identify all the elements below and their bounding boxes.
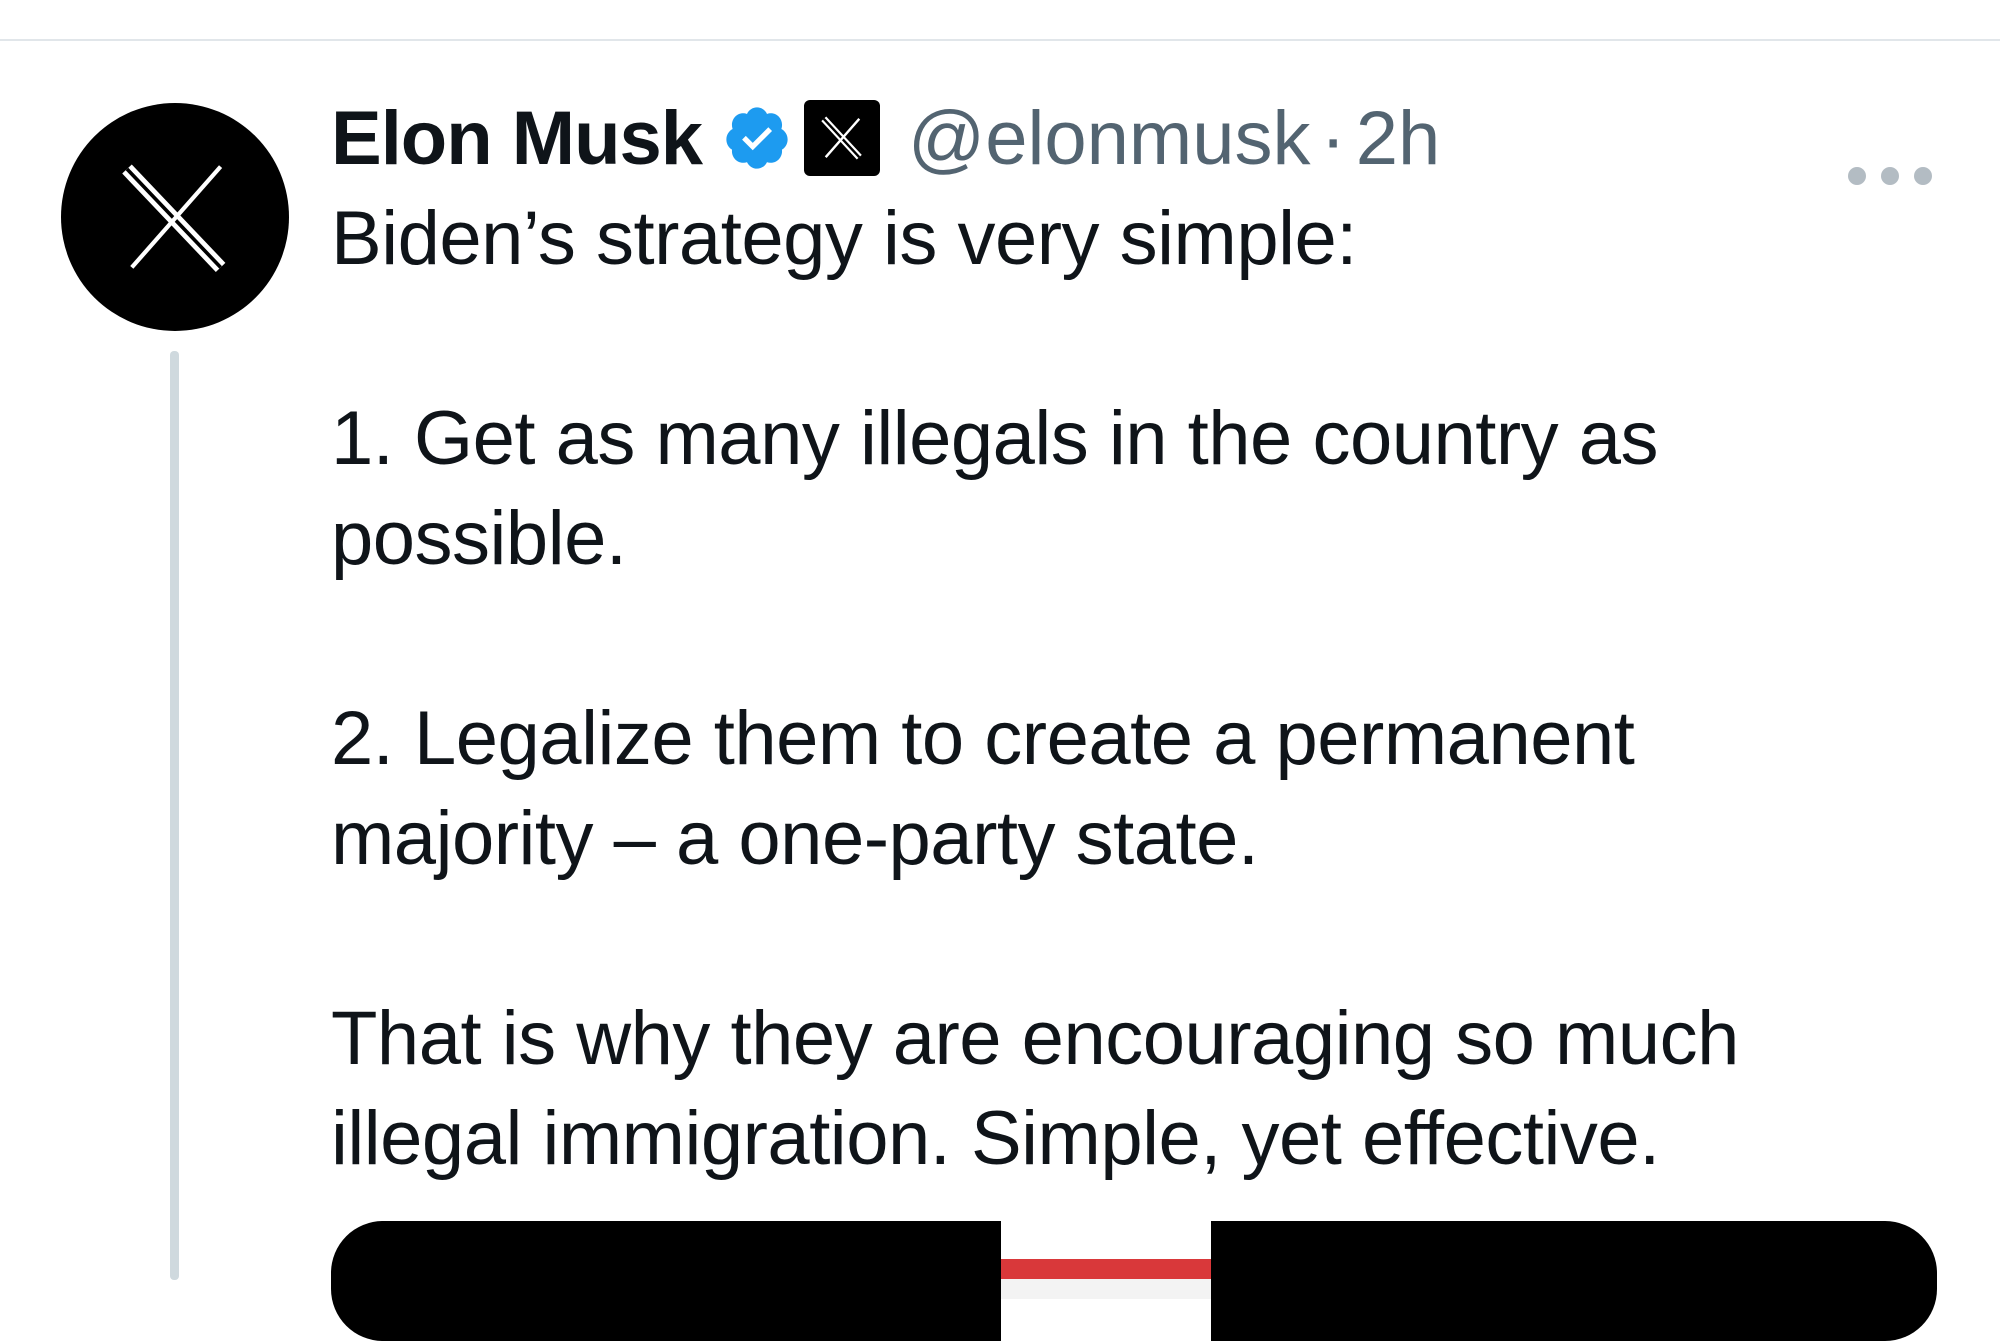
separator-dot: · xyxy=(1320,95,1346,181)
verified-badge-icon[interactable] xyxy=(722,103,792,173)
avatar[interactable] xyxy=(61,103,289,331)
tweet[interactable]: Elon Musk @elonmusk · 2h Biden’s strateg… xyxy=(0,41,2000,1341)
x-logo-icon xyxy=(122,164,226,272)
timestamp[interactable]: 2h xyxy=(1356,95,1441,182)
more-dot-icon xyxy=(1881,167,1899,185)
x-affiliate-badge-icon[interactable] xyxy=(804,100,881,176)
media-preview[interactable] xyxy=(331,1221,1937,1341)
tweet-header: Elon Musk @elonmusk · 2h xyxy=(331,93,1440,183)
author-name[interactable]: Elon Musk xyxy=(331,95,703,182)
thread-line xyxy=(170,351,179,1280)
author-handle[interactable]: @elonmusk xyxy=(908,95,1310,182)
more-dot-icon xyxy=(1848,167,1866,185)
tweet-text-point-1: 1. Get as many illegals in the country a… xyxy=(331,396,1659,581)
tweet-text-intro: Biden’s strategy is very simple: xyxy=(331,196,1357,281)
more-dot-icon xyxy=(1914,167,1932,185)
tweet-text: Biden’s strategy is very simple: 1. Get … xyxy=(331,189,1951,1189)
tweet-text-closing: That is why they are encouraging so much… xyxy=(331,996,1739,1181)
tweet-text-point-2: 2. Legalize them to create a permanent m… xyxy=(331,696,1635,881)
media-flag-image xyxy=(1001,1221,1211,1341)
x-logo-small-icon xyxy=(821,116,862,160)
